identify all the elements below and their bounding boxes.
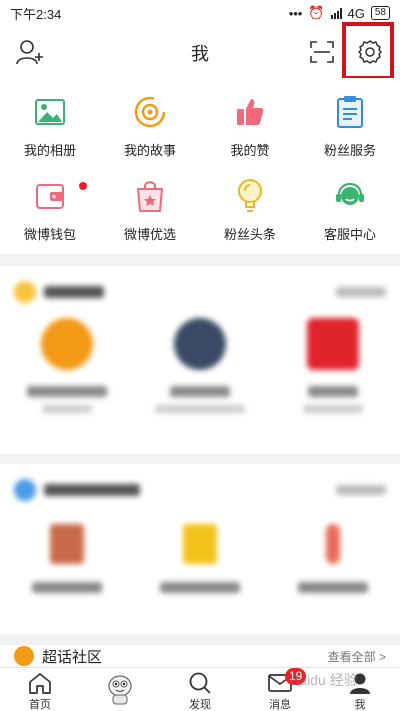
grid-item-photo-album[interactable]: 我的相册 <box>0 84 100 168</box>
grid-label: 我的相册 <box>23 143 76 158</box>
status-time: 下午2:34 <box>10 6 62 22</box>
tab-label: 首页 <box>29 699 51 711</box>
grid-label: 微博优选 <box>123 227 176 242</box>
grid-label: 我的故事 <box>123 143 176 158</box>
search-icon <box>187 671 213 695</box>
more-dots-icon: ••• <box>288 5 303 21</box>
grid-label: 粉丝服务 <box>323 143 376 158</box>
grid-label: 微博钱包 <box>23 227 76 242</box>
tab-label: 消息 <box>269 699 291 711</box>
feature-grid: 我的相册 我的故事 我的赞 粉丝服务 微博钱包 微博优选 粉丝头条 客服中心 <box>0 78 400 254</box>
watermark: Baidu 经验 <box>290 672 358 688</box>
tab-discover[interactable]: 发现 <box>160 668 240 711</box>
grid-item-fan-service[interactable]: 粉丝服务 <box>300 84 400 168</box>
lightbulb-icon <box>232 178 268 214</box>
top-nav-bar: 我 <box>0 26 400 78</box>
grid-item-fan-headline[interactable]: 粉丝头条 <box>200 168 300 252</box>
page-title: 我 <box>191 44 209 64</box>
shopping-bag-icon <box>132 178 168 214</box>
thumbs-up-icon <box>232 94 268 130</box>
notification-dot <box>79 182 87 190</box>
headset-icon <box>332 178 368 214</box>
wallet-icon <box>32 178 68 214</box>
settings-gear-icon[interactable] <box>354 36 386 68</box>
story-icon <box>132 94 168 130</box>
grid-item-weibo-select[interactable]: 微博优选 <box>100 168 200 252</box>
tab-label: 发现 <box>189 699 211 711</box>
clipboard-icon <box>332 94 368 130</box>
battery-level: 58 <box>374 7 386 18</box>
tab-mascot[interactable] <box>80 668 160 711</box>
grid-item-customer-service[interactable]: 客服中心 <box>300 168 400 252</box>
view-all-link[interactable]: 查看全部 > <box>328 648 386 665</box>
grid-label: 客服中心 <box>323 227 376 242</box>
blurred-content <box>0 464 400 593</box>
tab-home[interactable]: 首页 <box>0 668 80 711</box>
signal-icon <box>330 7 342 19</box>
tab-label: 我 <box>354 699 366 711</box>
alarm-icon: ⏰ <box>308 5 325 20</box>
battery-icon: 58 <box>370 6 390 20</box>
grid-item-story[interactable]: 我的故事 <box>100 84 200 168</box>
scan-icon[interactable] <box>306 36 338 68</box>
photo-album-icon <box>32 94 68 130</box>
status-bar: 下午2:34 ••• ⏰ 4G 58 <box>0 0 400 26</box>
blurred-content <box>0 266 400 413</box>
super-topic-title: 超话社区 <box>42 648 103 666</box>
mascot-icon <box>103 671 137 707</box>
grid-item-likes[interactable]: 我的赞 <box>200 84 300 168</box>
grid-label: 粉丝头条 <box>223 227 276 242</box>
blurred-card-1 <box>0 266 400 454</box>
network-label: 4G <box>347 5 365 21</box>
grid-item-wallet[interactable]: 微博钱包 <box>0 168 100 252</box>
super-topic-header[interactable]: 超话社区 查看全部 > <box>0 645 400 667</box>
home-icon <box>27 671 53 695</box>
super-topic-icon <box>14 646 34 666</box>
blurred-card-2 <box>0 464 400 634</box>
grid-label: 我的赞 <box>230 143 270 158</box>
